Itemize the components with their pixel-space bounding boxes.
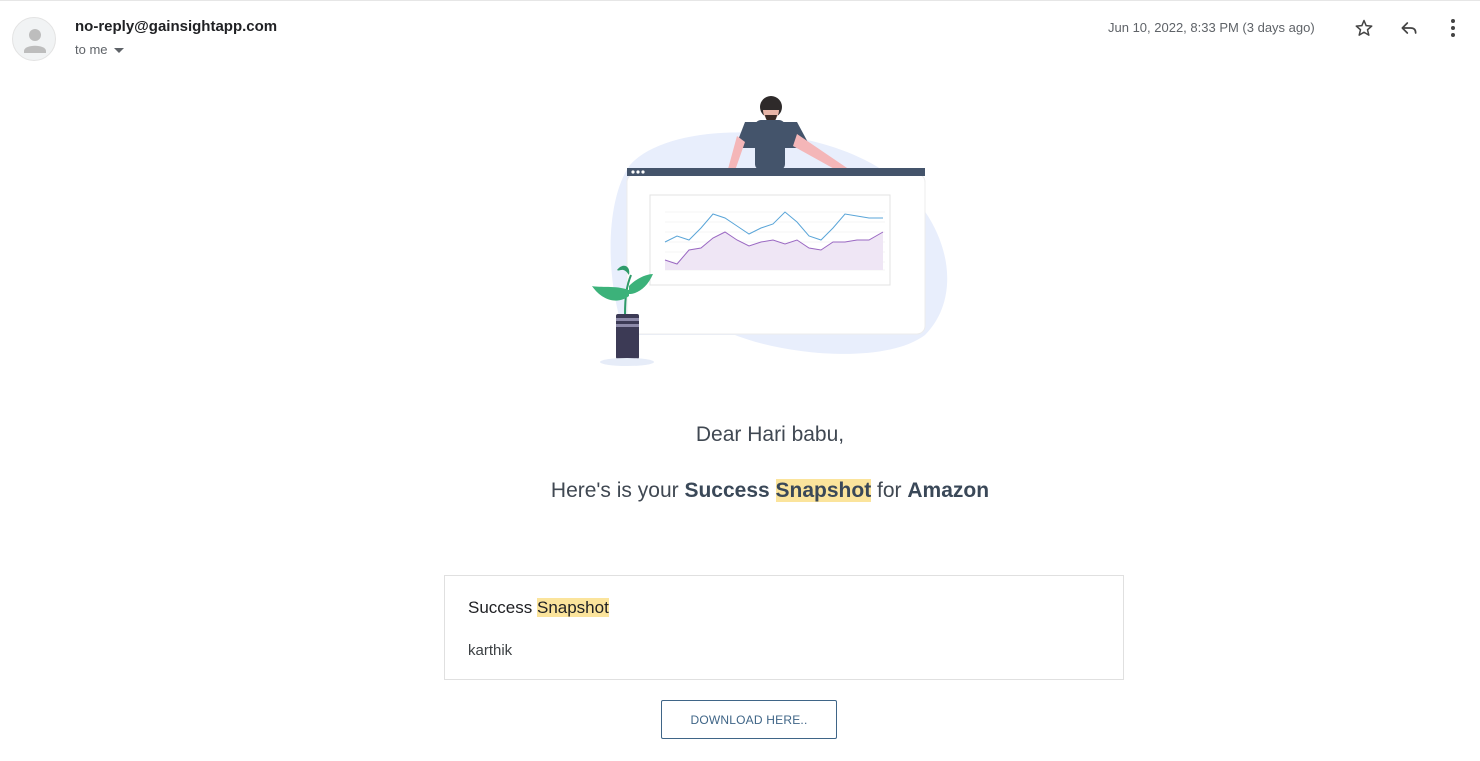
avatar-icon[interactable] [12,17,56,61]
intro-middle: for [871,479,908,502]
card-title-success: Success [468,598,533,617]
sender-address[interactable]: no-reply@gainsightapp.com [75,18,277,35]
reply-icon[interactable] [1397,16,1421,40]
email-timestamp: Jun 10, 2022, 8:33 PM (3 days ago) [1108,20,1315,35]
recipient-label: to me [75,42,108,57]
star-icon[interactable] [1352,16,1376,40]
card-title: Success Snapshot [468,598,609,618]
top-divider [0,0,1480,1]
greeting-text: Dear Hari babu, [695,423,845,446]
hero-illustration [585,90,955,370]
card-title-snapshot: Snapshot [536,598,609,617]
intro-company: Amazon [907,479,990,502]
card-user-name: karthik [468,642,513,659]
intro-text: Here's is your Success Snapshot for Amaz… [0,479,1480,503]
more-vert-icon[interactable] [1441,16,1465,40]
chevron-down-icon[interactable] [113,42,124,57]
recipient-line[interactable]: to me [75,42,124,57]
intro-prefix: Here's is your [550,479,685,502]
download-button[interactable]: DOWNLOAD HERE.. [661,700,837,739]
intro-word-snapshot: Snapshot [775,479,872,502]
snapshot-card: Success Snapshot karthik [444,575,1124,680]
intro-word-success: Success [684,479,770,502]
